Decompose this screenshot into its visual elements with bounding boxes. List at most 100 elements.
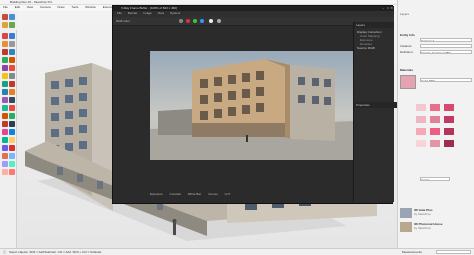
- paint-tool-icon[interactable]: [2, 22, 8, 28]
- vfb-menu-options[interactable]: Options: [170, 11, 180, 15]
- vfb-menu-render[interactable]: Render: [128, 11, 138, 15]
- vray-asset-editor-icon[interactable]: [2, 137, 8, 143]
- color-swatch[interactable]: [444, 116, 454, 123]
- layers-header: Layers: [354, 22, 394, 28]
- colors-dropdown[interactable]: Colors: [420, 177, 450, 181]
- line-tool-icon[interactable]: [9, 22, 15, 28]
- vfb-minimize-icon[interactable]: –: [382, 6, 384, 10]
- layer-item[interactable]: Source: RGB: [354, 46, 394, 50]
- rectangle-tool-icon[interactable]: [9, 33, 15, 39]
- measurements-label: Measurements: [402, 250, 422, 254]
- channel-select[interactable]: RGB color: [116, 19, 130, 23]
- color-swatch[interactable]: [416, 104, 426, 111]
- menu-edit[interactable]: Edit: [15, 5, 20, 9]
- info-icon[interactable]: ⓘ: [3, 250, 6, 254]
- color-swatch[interactable]: [430, 140, 440, 147]
- vfb-menu-file[interactable]: File: [117, 11, 122, 15]
- save-image-icon[interactable]: [217, 19, 221, 23]
- axes-tool-icon[interactable]: [9, 81, 15, 87]
- render-preview: [150, 59, 355, 160]
- menu-view[interactable]: View: [27, 5, 33, 9]
- walk-tool-icon[interactable]: [2, 113, 8, 119]
- vray-frame-buffer-window[interactable]: V-Ray Frame Buffer - [100% of 823 x 460]…: [112, 5, 399, 204]
- vray-ies-light-icon[interactable]: [2, 169, 8, 175]
- follow-me-icon[interactable]: [9, 65, 15, 71]
- menu-draw[interactable]: Draw: [58, 5, 65, 9]
- circle-tool-icon[interactable]: [2, 41, 8, 47]
- lut-control[interactable]: LUT: [225, 192, 231, 196]
- arc-tool-icon[interactable]: [2, 33, 8, 39]
- vray-clipper-icon[interactable]: [2, 161, 8, 167]
- color-swatch[interactable]: [416, 128, 426, 135]
- vfb-title: V-Ray Frame Buffer - [100% of 823 x 460]: [121, 6, 177, 10]
- dimension-tool-icon[interactable]: [2, 89, 8, 95]
- vray-light-icon[interactable]: [9, 137, 15, 143]
- channel-white-icon[interactable]: [179, 19, 183, 23]
- select-tool-icon[interactable]: [2, 14, 8, 20]
- color-swatch[interactable]: [444, 128, 454, 135]
- properties-header: Properties: [354, 102, 399, 108]
- zoom-extents-icon[interactable]: [9, 105, 15, 111]
- window-title: Building Rev-01 - SketchUp Pro: [10, 0, 53, 4]
- color-swatch[interactable]: [430, 116, 440, 123]
- entity-info-header[interactable]: Entity Info: [400, 33, 415, 37]
- vray-render-icon[interactable]: [2, 129, 8, 135]
- status-bar: ⓘ Select objects. Shift = Add/Subtract. …: [0, 248, 474, 255]
- channel-alpha-icon[interactable]: [209, 19, 213, 23]
- pan-tool-icon[interactable]: [9, 97, 15, 103]
- tag-select[interactable]: Untagged: [420, 38, 472, 42]
- extension-thumbnail: [400, 222, 412, 232]
- tape-measure-icon[interactable]: [2, 73, 8, 79]
- channel-blue-icon[interactable]: [200, 19, 204, 23]
- menu-tools[interactable]: Tools: [71, 5, 78, 9]
- eraser-tool-icon[interactable]: [9, 14, 15, 20]
- vfb-maximize-icon[interactable]: □: [387, 6, 389, 10]
- text-tool-icon[interactable]: [2, 81, 8, 87]
- rotate-tool-icon[interactable]: [2, 57, 8, 63]
- definition-input[interactable]: Facade Apartment BD: [420, 50, 472, 54]
- color-swatch[interactable]: [416, 140, 426, 147]
- section-plane-icon[interactable]: [9, 89, 15, 95]
- curves-control[interactable]: Curves: [208, 192, 218, 196]
- materials-header[interactable]: Materials: [400, 68, 413, 72]
- vfb-menu-view[interactable]: View: [158, 11, 164, 15]
- vray-omni-light-icon[interactable]: [9, 169, 15, 175]
- move-tool-icon[interactable]: [9, 49, 15, 55]
- vray-dome-light-icon[interactable]: [9, 145, 15, 151]
- scale-tool-icon[interactable]: [9, 57, 15, 63]
- polygon-tool-icon[interactable]: [9, 41, 15, 47]
- menu-file[interactable]: File: [3, 5, 8, 9]
- color-swatch[interactable]: [430, 128, 440, 135]
- vray-sphere-light-icon[interactable]: [2, 145, 8, 151]
- channel-red-icon[interactable]: [186, 19, 190, 23]
- vray-fur-icon[interactable]: [9, 153, 15, 159]
- channel-green-icon[interactable]: [193, 19, 197, 23]
- color-swatch[interactable]: [430, 104, 440, 111]
- vfb-menu-image[interactable]: Image: [143, 11, 151, 15]
- look-around-icon[interactable]: [9, 113, 15, 119]
- zoom-tool-icon[interactable]: [2, 105, 8, 111]
- menu-window[interactable]: Window: [85, 5, 96, 9]
- vray-interactive-icon[interactable]: [9, 129, 15, 135]
- vray-proxy-icon[interactable]: [2, 153, 8, 159]
- contrast-control[interactable]: Contrast: [170, 192, 181, 196]
- measurements-input[interactable]: [436, 250, 471, 254]
- protractor-icon[interactable]: [9, 73, 15, 79]
- menu-camera[interactable]: Camera: [40, 5, 51, 9]
- exposure-control[interactable]: Exposure: [150, 192, 163, 196]
- tray-tab-layers[interactable]: Layers: [400, 12, 409, 16]
- material-name-input[interactable]: Color M03: [420, 78, 472, 82]
- instance-input[interactable]: [420, 44, 472, 48]
- offset-tool-icon[interactable]: [2, 65, 8, 71]
- vray-mesh-light-icon[interactable]: [9, 161, 15, 167]
- push-pull-icon[interactable]: [2, 49, 8, 55]
- sandbox-tool-icon[interactable]: [9, 121, 15, 127]
- color-swatch[interactable]: [444, 104, 454, 111]
- position-camera-icon[interactable]: [2, 121, 8, 127]
- color-swatch[interactable]: [416, 116, 426, 123]
- white-balance-control[interactable]: White Bal.: [188, 192, 202, 196]
- top-left-toolbar: [0, 11, 17, 30]
- orbit-tool-icon[interactable]: [2, 97, 8, 103]
- color-swatch[interactable]: [444, 140, 454, 147]
- vfb-close-icon[interactable]: ✕: [390, 6, 393, 10]
